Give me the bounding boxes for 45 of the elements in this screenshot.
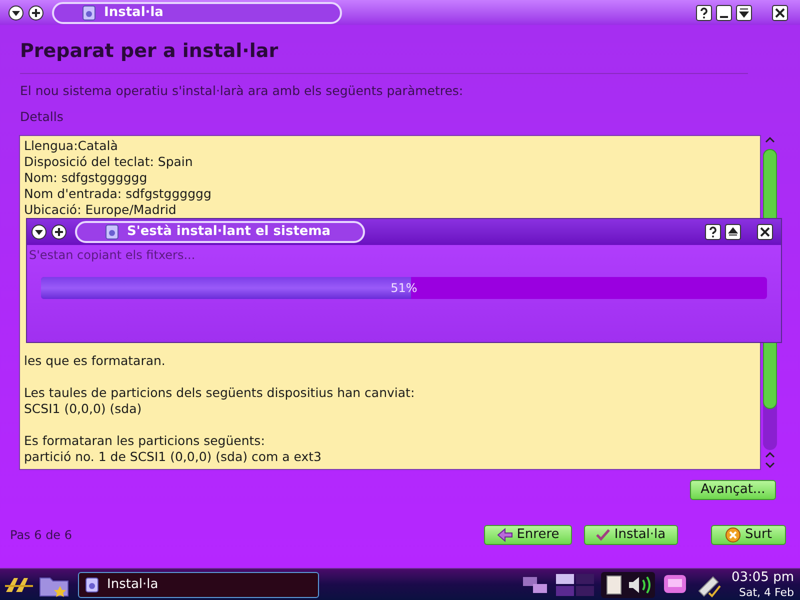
details-line: SCSI1 (0,0,0) (sda) bbox=[24, 400, 143, 416]
close-icon[interactable] bbox=[757, 224, 773, 240]
help-icon[interactable] bbox=[705, 224, 721, 240]
menu-icon[interactable] bbox=[31, 224, 47, 240]
status-text: S'estan copiant els fitxers... bbox=[28, 247, 196, 264]
installer-icon bbox=[105, 224, 119, 240]
check-icon bbox=[596, 528, 610, 540]
installer-icon bbox=[85, 576, 99, 592]
shade-icon[interactable] bbox=[736, 4, 752, 20]
advanced-button[interactable]: Avançat... bbox=[690, 480, 776, 500]
workspace-switcher-icon[interactable] bbox=[555, 572, 596, 598]
back-button[interactable]: Enrere bbox=[484, 524, 572, 544]
clock-date: Sat, 4 Feb bbox=[739, 584, 794, 600]
plus-icon[interactable] bbox=[51, 224, 67, 240]
quit-button[interactable]: Surt bbox=[711, 524, 786, 544]
scroll-up-icon[interactable] bbox=[764, 134, 776, 144]
back-arrow-icon bbox=[496, 528, 513, 542]
details-line: Nom: sdfgstgggggg bbox=[24, 170, 148, 186]
window-title-text: Instal·la bbox=[104, 4, 164, 22]
step-indicator: Pas 6 de 6 bbox=[10, 526, 72, 544]
page-heading: Preparat per a instal·lar bbox=[20, 39, 280, 63]
details-line: Nom d'entrada: sdfgstgggggg bbox=[24, 186, 212, 202]
window-title-text: S'està instal·lant el sistema bbox=[127, 223, 331, 242]
eject-icon[interactable] bbox=[725, 224, 741, 240]
taskbar-button[interactable]: Instal·la bbox=[78, 572, 319, 598]
intro-text: El nou sistema operatiu s'instal·larà ara amb els següents paràmetres: bbox=[20, 82, 464, 100]
plus-icon[interactable] bbox=[28, 4, 44, 20]
details-line: Ubicació: Europe/Madrid bbox=[24, 202, 178, 218]
details-line: les que es formataran. bbox=[24, 352, 166, 368]
details-line: Llengua:Català bbox=[24, 138, 119, 154]
cross-circle-icon bbox=[725, 526, 742, 542]
clock-time: 03:05 pm bbox=[731, 570, 794, 584]
menu-icon[interactable] bbox=[8, 4, 24, 20]
minimize-icon[interactable] bbox=[716, 4, 732, 20]
volume-icon[interactable] bbox=[601, 572, 656, 598]
close-icon[interactable] bbox=[772, 4, 788, 20]
help-icon[interactable] bbox=[696, 4, 712, 20]
details-label: Detalls bbox=[20, 108, 64, 126]
scroll-arrows-icon[interactable] bbox=[764, 450, 776, 470]
details-line: partició no. 1 de SCSI1 (0,0,0) (sda) com a ext3 bbox=[24, 448, 322, 464]
install-button[interactable]: Instal·la bbox=[584, 524, 678, 544]
installer-icon bbox=[82, 4, 96, 20]
details-line: Disposició del teclat: Spain bbox=[24, 154, 194, 170]
details-line: Es formataran les particions següents: bbox=[24, 432, 266, 448]
details-line: Les taules de particions dels següents dispositius han canviat: bbox=[24, 384, 416, 400]
